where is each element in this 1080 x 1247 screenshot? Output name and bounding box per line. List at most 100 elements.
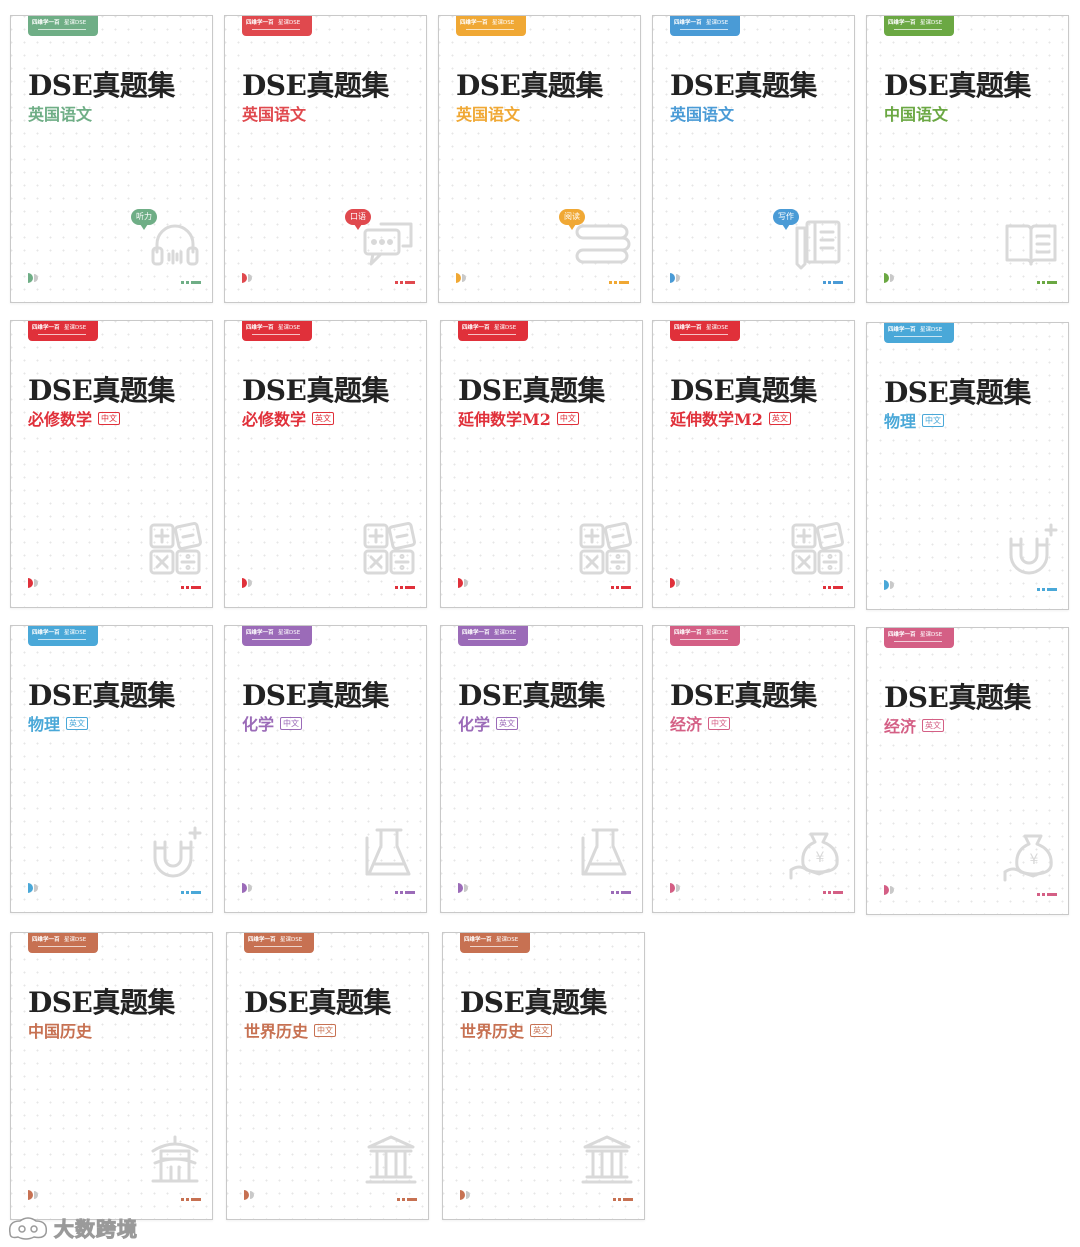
book-cover[interactable]: 四维学一百 星课DSE DSE真题集 延伸数学M2 中文 — [440, 320, 643, 608]
product-name: 星课DSE — [920, 327, 943, 333]
subject-name: 延伸数学M2 — [670, 410, 763, 429]
subject-line: 世界历史 中文 — [244, 1018, 337, 1042]
corner-mark-icon — [460, 1190, 470, 1200]
language-tag: 中文 — [708, 716, 731, 730]
subject-name: 物理 — [28, 715, 61, 734]
brand-name: 四维学一百 — [674, 20, 702, 26]
cover-title: DSE真题集 — [670, 374, 817, 407]
product-name: 星课DSE — [280, 937, 303, 943]
brand-logo-tab: 四维学一百 星课DSE — [460, 933, 530, 953]
magnet-icon — [1009, 523, 1058, 575]
language-tag: 英文 — [66, 716, 89, 730]
brand-logo-tab: 四维学一百 星课DSE — [244, 933, 314, 953]
language-tag: 中文 — [98, 411, 121, 425]
book-cover[interactable]: 四维学一百 星课DSE DSE真题集 英国语文 写作 — [652, 15, 855, 303]
footer-dash — [181, 1198, 201, 1201]
corner-mark-icon — [456, 273, 466, 283]
corner-mark-icon — [242, 273, 252, 283]
cover-title: DSE真题集 — [884, 376, 1031, 409]
cover-title: DSE真题集 — [242, 679, 389, 712]
subject-line: 经济 英文 — [884, 713, 945, 737]
subject-line: 世界历史 英文 — [460, 1018, 553, 1042]
flask-icon — [581, 828, 627, 876]
language-tag: 中文 — [922, 413, 945, 427]
subject-name: 中国语文 — [884, 105, 949, 124]
book-cover[interactable]: 四维学一百 星课DSE DSE真题集 英国语文 听力 — [10, 15, 213, 303]
product-name: 星课DSE — [64, 937, 87, 943]
book-cover[interactable]: 四维学一百 星课DSE DSE真题集 英国语文 阅读 — [438, 15, 641, 303]
subject-line: 英国语文 — [670, 101, 734, 125]
book-cover[interactable]: 四维学一百 星课DSE DSE真题集 中国语文 — [866, 15, 1069, 303]
book-cover[interactable]: 四维学一百 星课DSE DSE真题集 化学 英文 — [440, 625, 643, 913]
footer-dash — [611, 891, 631, 894]
brand-logo-tab: 四维学一百 星课DSE — [28, 626, 98, 646]
pavilion-icon — [151, 1135, 199, 1183]
footer-dash — [395, 586, 415, 589]
corner-mark-icon — [670, 578, 680, 588]
brand-name: 四维学一百 — [462, 325, 490, 331]
product-name: 星课DSE — [706, 325, 729, 331]
book-cover[interactable]: 四维学一百 星课DSE DSE真题集 延伸数学M2 英文 — [652, 320, 855, 608]
corner-mark-icon — [242, 883, 252, 893]
corner-mark-icon — [458, 883, 468, 893]
footer-dash — [397, 1198, 417, 1201]
subject-line: 中国语文 — [884, 101, 948, 125]
brand-name: 四维学一百 — [460, 20, 488, 26]
brand-name: 四维学一百 — [248, 937, 276, 943]
footer-dash — [1037, 588, 1057, 591]
watermark: 大数跨境 — [6, 1210, 138, 1244]
brand-name: 四维学一百 — [32, 20, 60, 26]
book-cover[interactable]: 四维学一百 星课DSE DSE真题集 必修数学 中文 — [10, 320, 213, 608]
language-tag: 英文 — [922, 718, 945, 732]
brand-logo-tab: 四维学一百 星课DSE — [456, 16, 526, 36]
logo-underline — [680, 334, 728, 335]
book-cover[interactable]: 四维学一百 星课DSE DSE真题集 世界历史 中文 — [226, 932, 429, 1220]
language-tag: 中文 — [280, 716, 303, 730]
book-cover[interactable]: 四维学一百 星课DSE DSE真题集 中国历史 — [10, 932, 213, 1220]
money-bag-icon: ¥ — [789, 832, 839, 880]
book-cover[interactable]: 四维学一百 星课DSE DSE真题集 经济 中文 ¥ — [652, 625, 855, 913]
footer-dash — [181, 586, 201, 589]
book-cover[interactable]: 四维学一百 星课DSE DSE真题集 化学 中文 — [224, 625, 427, 913]
subject-name: 英国语文 — [670, 105, 735, 124]
cover-title: DSE真题集 — [884, 69, 1031, 102]
logo-underline — [252, 334, 300, 335]
svg-text:¥: ¥ — [1030, 852, 1039, 868]
brand-name: 四维学一百 — [246, 20, 274, 26]
subject-line: 经济 中文 — [670, 711, 731, 735]
cover-title: DSE真题集 — [458, 374, 605, 407]
flask-icon — [365, 828, 411, 876]
brand-name: 四维学一百 — [246, 630, 274, 636]
headphones-icon — [151, 224, 199, 266]
book-cover[interactable]: 四维学一百 星课DSE DSE真题集 世界历史 英文 — [442, 932, 645, 1220]
logo-underline — [894, 336, 942, 337]
logo-underline — [38, 334, 86, 335]
product-name: 星课DSE — [496, 937, 519, 943]
footer-dash — [823, 586, 843, 589]
subject-name: 英国语文 — [456, 105, 521, 124]
money-bag-icon: ¥ — [1003, 834, 1053, 882]
logo-underline — [466, 29, 514, 30]
book-cover[interactable]: 四维学一百 星课DSE DSE真题集 物理 英文 — [10, 625, 213, 913]
book-cover[interactable]: 四维学一百 星课DSE DSE真题集 英国语文 口语 — [224, 15, 427, 303]
notebook-icon — [795, 220, 841, 270]
book-cover[interactable]: 四维学一百 星课DSE DSE真题集 必修数学 英文 — [224, 320, 427, 608]
brand-logo-tab: 四维学一百 星课DSE — [242, 626, 312, 646]
calculator-icon — [791, 522, 844, 575]
brand-logo-tab: 四维学一百 星课DSE — [884, 323, 954, 343]
brand-name: 四维学一百 — [32, 937, 60, 943]
book-cover-grid: 四维学一百 星课DSE DSE真题集 英国语文 听力 四维学一百 星课DSE D… — [0, 0, 1080, 1247]
book-cover[interactable]: 四维学一百 星课DSE DSE真题集 物理 中文 — [866, 322, 1069, 610]
logo-underline — [894, 29, 942, 30]
watermark-logo-icon — [8, 1217, 48, 1240]
footer-dash — [395, 281, 415, 284]
chat-icon — [363, 222, 413, 266]
cover-title: DSE真题集 — [28, 986, 175, 1019]
open-book-icon — [1005, 224, 1057, 266]
subject-name: 英国语文 — [242, 105, 307, 124]
corner-mark-icon — [28, 578, 38, 588]
footer-dash — [823, 891, 843, 894]
logo-underline — [470, 946, 518, 947]
book-cover[interactable]: 四维学一百 星课DSE DSE真题集 经济 英文 ¥ — [866, 627, 1069, 915]
brand-name: 四维学一百 — [888, 20, 916, 26]
